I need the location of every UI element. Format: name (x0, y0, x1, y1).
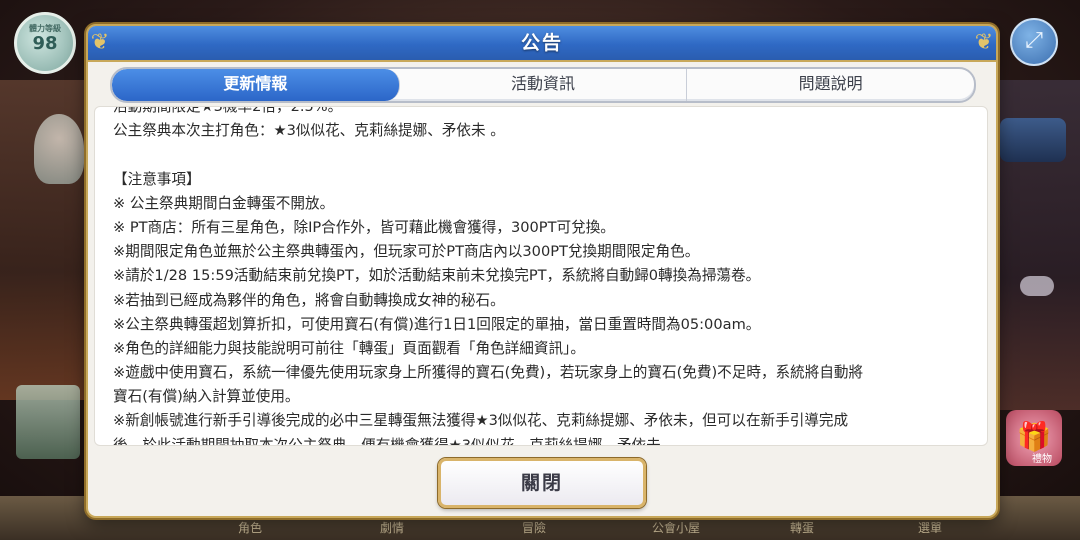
dialog-title-bar: ❦ ❦ 公告 (88, 26, 996, 62)
announcement-line: 活動期間限定★3機率2倍，2.5%。 (113, 106, 343, 115)
announcement-line: ※若抽到已經成為夥伴的角色，將會自動轉換成女神的秘石。 (113, 291, 505, 309)
dialog-title: 公告 (520, 32, 563, 54)
announcement-line: ※ PT商店：所有三星角色，除IP合作外，皆可藉此機會獲得，300PT可兌換。 (113, 218, 615, 236)
announcement-line: 公主祭典本次主打角色：★3似似花、克莉絲提娜、矛依未 。 (113, 122, 505, 140)
gift-label: 禮物 (1032, 454, 1052, 465)
menu-item-gacha[interactable]: 轉蛋 (790, 519, 814, 536)
expand-arrow-icon[interactable]: ⤢ (1010, 18, 1058, 66)
announcement-line: ※遊戲中使用寶石，系統一律優先使用玩家身上所獲得的寶石(免費)，若玩家身上的寶石… (113, 364, 864, 382)
menu-item-story[interactable]: 劇情 (380, 519, 404, 536)
announcement-line: 【注意事項】 (113, 170, 201, 188)
announcement-content[interactable]: 活動期間限定★3機率2倍，2.5%。公主祭典本次主打角色：★3似似花、克莉絲提娜… (94, 106, 988, 446)
menu-item-menu[interactable]: 選單 (918, 519, 942, 536)
announcement-line: 後，於此活動期間抽取本次公主祭典，便有機會獲得★3似似花、克莉絲提娜、矛依未。 (113, 436, 676, 446)
stamina-value: 98 (32, 33, 58, 54)
menu-item-adventure[interactable]: 冒險 (522, 519, 546, 536)
stamina-badge[interactable]: 體力等級 98 (14, 12, 76, 74)
announcement-line: ※ 公主祭典期間白金轉蛋不開放。 (113, 194, 335, 212)
announcement-line: 寶石(有償)納入計算並使用。 (113, 388, 300, 406)
event-banner-button[interactable] (1000, 118, 1066, 162)
character-avatar[interactable] (34, 114, 84, 184)
tab-faq[interactable]: 問題說明 (687, 69, 974, 101)
announcement-line: ※新創帳號進行新手引導後完成的必中三星轉蛋無法獲得★3似似花、克莉絲提娜、矛依未… (113, 412, 849, 430)
announcement-line: ※請於1/28 15:59活動結束前兌換PT，如於活動結束前未兌換完PT，系統將… (113, 267, 761, 285)
announcement-line: ※角色的詳細能力與技能說明可前往「轉蛋」頁面觀看「角色詳細資訊」。 (113, 339, 585, 357)
close-button[interactable]: 關閉 (438, 458, 646, 508)
announcement-line: ※公主祭典轉蛋超划算折扣，可使用寶石(有償)進行1日1回限定的單抽，當日重置時間… (113, 315, 761, 333)
menu-item-character[interactable]: 角色 (238, 519, 262, 536)
announcement-line (113, 143, 969, 167)
character-card[interactable] (16, 385, 80, 459)
tab-event-info[interactable]: 活動資訊 (400, 69, 688, 101)
announcement-text: 活動期間限定★3機率2倍，2.5%。公主祭典本次主打角色：★3似似花、克莉絲提娜… (113, 106, 969, 446)
tab-update-info[interactable]: 更新情報 (112, 69, 400, 101)
announcement-line: ※期間限定角色並無於公主祭典轉蛋內，但玩家可於PT商店內以300PT兌換期間限定… (113, 243, 700, 261)
speaker-icon[interactable] (1020, 276, 1054, 296)
announcement-dialog: ❦ ❦ 公告 更新情報 活動資訊 問題說明 活動期間限定★3機率2倍，2.5%。… (86, 24, 998, 518)
announcement-tabs: 更新情報 活動資訊 問題說明 (110, 67, 976, 103)
menu-item-guild-house[interactable]: 公會小屋 (652, 519, 700, 536)
